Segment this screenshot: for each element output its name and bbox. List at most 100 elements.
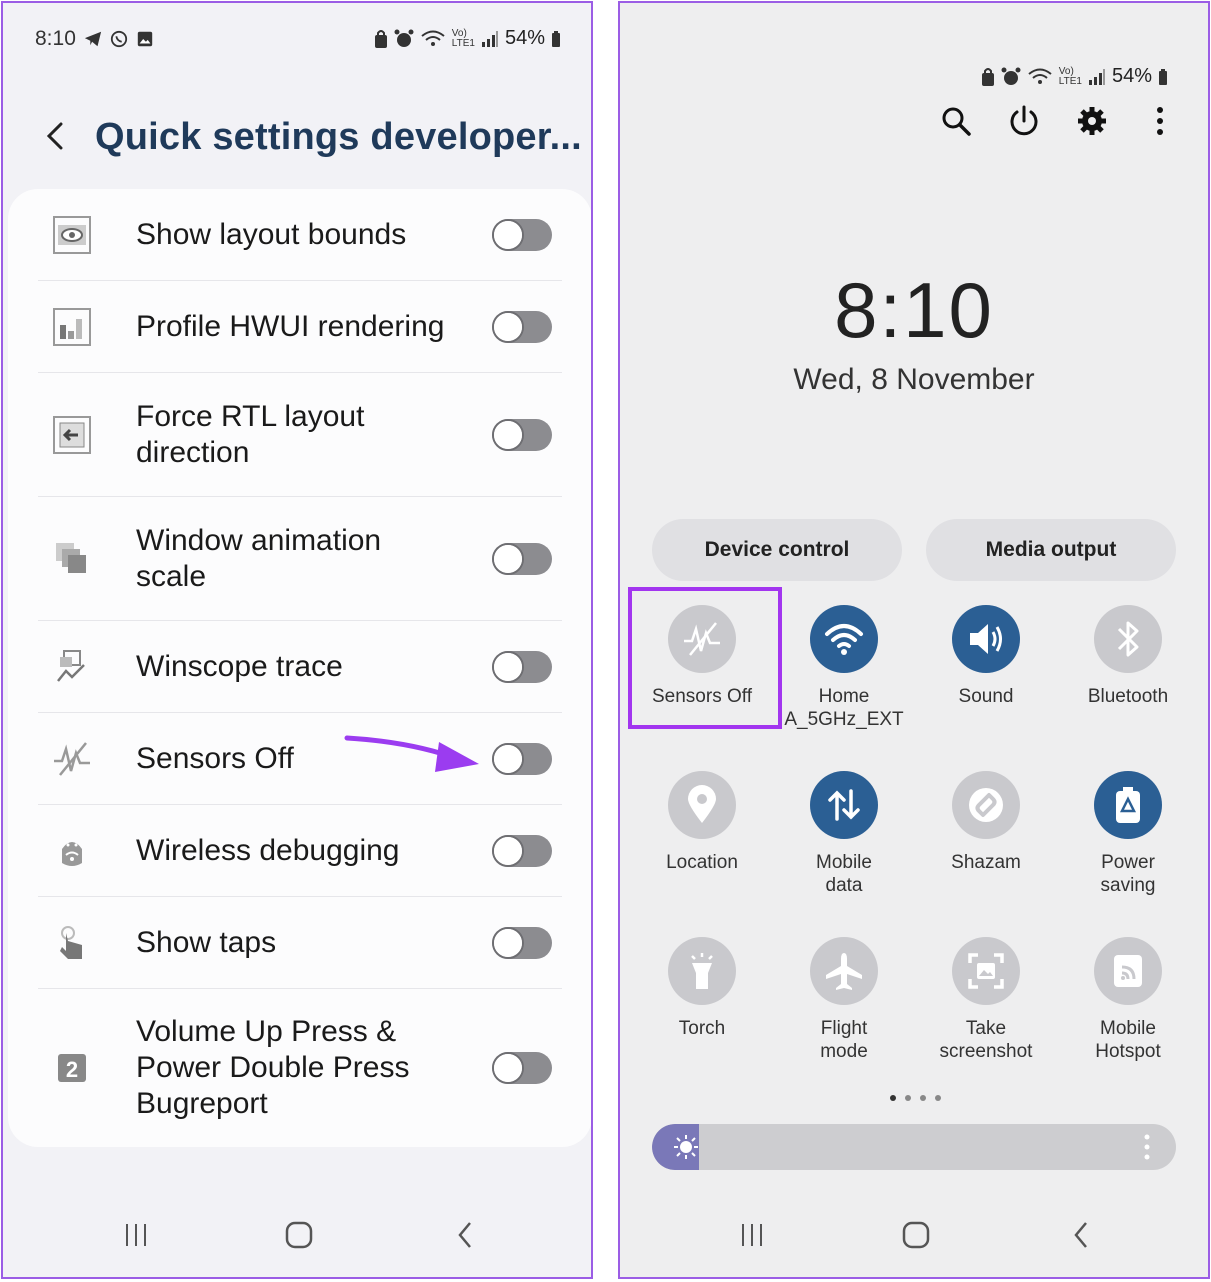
quick-tile-label: Mobile Hotspot <box>1095 1018 1161 1062</box>
setting-toggle[interactable] <box>492 742 552 775</box>
quick-tile[interactable]: Mobile data <box>774 771 914 897</box>
setting-label: Winscope trace <box>136 649 343 683</box>
bluetooth-icon[interactable] <box>1094 605 1162 673</box>
setting-row[interactable]: Winscope trace <box>38 621 562 713</box>
setting-row[interactable]: 2 Volume Up Press & Power Double Press Bu… <box>38 989 562 1147</box>
location-icon[interactable] <box>668 771 736 839</box>
quick-tile-label: Shazam <box>951 852 1021 873</box>
torch-icon[interactable] <box>668 937 736 1005</box>
setting-toggle[interactable] <box>492 218 552 251</box>
recent-apps-icon[interactable] <box>118 1217 154 1253</box>
toggle-knob <box>492 218 524 251</box>
lock-icon <box>981 67 994 86</box>
toggle-knob <box>492 542 524 575</box>
wifi-status-icon <box>1028 68 1052 84</box>
mobile-data-icon[interactable] <box>810 771 878 839</box>
window-animation-icon <box>48 535 96 583</box>
telegram-icon <box>84 31 101 47</box>
quick-tile[interactable]: Bluetooth <box>1058 605 1198 708</box>
clock-time: 8:10 <box>834 266 994 354</box>
sensors-off-icon <box>48 735 96 783</box>
quick-panel-toolbar <box>938 101 1178 141</box>
setting-toggle[interactable] <box>492 310 552 343</box>
shazam-icon[interactable] <box>952 771 1020 839</box>
brightness-more-icon[interactable] <box>1144 1134 1150 1160</box>
wifi-status-icon <box>421 30 445 46</box>
setting-toggle[interactable] <box>492 542 552 575</box>
gallery-icon <box>137 31 153 47</box>
annotation-arrow <box>344 735 479 772</box>
quick-tile[interactable]: Flight mode <box>774 937 914 1063</box>
setting-toggle[interactable] <box>492 834 552 867</box>
quick-tile[interactable]: Power saving <box>1058 771 1198 897</box>
status-bar: 8:10 <box>35 25 154 53</box>
quick-tile[interactable]: Mobile Hotspot <box>1058 937 1198 1063</box>
setting-label: Window animation scale <box>136 523 382 593</box>
quick-panel-screen: Vo) LTE1 54% 8:10 Wed, 8 November Device … <box>618 1 1210 1279</box>
home-icon[interactable] <box>281 1217 317 1253</box>
volte-icon: Vo) LTE1 <box>1058 65 1082 87</box>
back-nav-icon[interactable] <box>1064 1217 1100 1253</box>
quick-tile-label: Mobile data <box>816 852 872 896</box>
more-options-icon[interactable] <box>1142 101 1178 141</box>
setting-row[interactable]: Show taps <box>38 897 562 989</box>
volte-icon: Vo) LTE1 <box>451 27 475 49</box>
gear-icon[interactable] <box>1074 101 1110 141</box>
setting-row[interactable]: Profile HWUI rendering <box>38 281 562 373</box>
quick-tile-label: Power saving <box>1100 852 1156 896</box>
quick-tile-label: Bluetooth <box>1087 686 1169 707</box>
show-taps-icon <box>48 919 96 967</box>
setting-row[interactable]: Sensors Off <box>38 713 562 805</box>
media-output-button[interactable]: Media output <box>926 519 1176 581</box>
power-saving-icon[interactable] <box>1094 771 1162 839</box>
quick-tile[interactable]: Shazam <box>916 771 1056 874</box>
hotspot-icon[interactable] <box>1094 937 1162 1005</box>
power-icon[interactable] <box>1006 101 1042 141</box>
sound-icon[interactable] <box>952 605 1020 673</box>
toggle-knob <box>492 742 524 775</box>
setting-row[interactable]: Window animation scale <box>38 497 562 621</box>
setting-toggle[interactable] <box>492 1052 552 1084</box>
settings-list: Show layout bounds Profile HWUI rendering… <box>8 189 591 1147</box>
signal-icon <box>481 30 498 47</box>
back-arrow-icon[interactable] <box>35 116 75 156</box>
wifi-icon[interactable] <box>810 605 878 673</box>
toggle-knob <box>492 418 524 451</box>
setting-label: Show layout bounds <box>136 217 407 251</box>
home-icon[interactable] <box>898 1217 934 1253</box>
battery-percent: 54% <box>504 27 545 49</box>
alarm-icon <box>1001 67 1021 85</box>
quick-tile[interactable]: Home A_5GHz_EXT <box>774 605 914 731</box>
lock-icon <box>374 29 387 48</box>
setting-toggle[interactable] <box>492 926 552 959</box>
quick-tile[interactable]: Torch <box>632 937 772 1040</box>
quick-tile[interactable]: Sound <box>916 605 1056 708</box>
brightness-slider[interactable] <box>652 1124 1176 1170</box>
svg-text:2: 2 <box>66 1057 78 1082</box>
setting-toggle[interactable] <box>492 418 552 451</box>
quick-tile[interactable]: Take screenshot <box>916 937 1056 1063</box>
setting-row[interactable]: Wireless debugging <box>38 805 562 897</box>
rtl-icon <box>48 411 96 459</box>
setting-toggle[interactable] <box>492 650 552 683</box>
back-nav-icon[interactable] <box>448 1217 484 1253</box>
battery-icon <box>1159 68 1167 85</box>
setting-row[interactable]: Show layout bounds <box>38 189 562 281</box>
screenshot-icon[interactable] <box>952 937 1020 1005</box>
status-right: Vo) LTE1 54% <box>981 65 1168 88</box>
quick-tile-label: Home A_5GHz_EXT <box>784 686 904 730</box>
toggle-knob <box>492 1052 524 1084</box>
navigation-bar <box>620 1209 1208 1259</box>
bugreport-icon: 2 <box>48 1044 96 1092</box>
setting-label: Volume Up Press & Power Double Press Bug… <box>136 1015 410 1120</box>
setting-row[interactable]: Force RTL layout direction <box>38 373 562 497</box>
flight-mode-icon[interactable] <box>810 937 878 1005</box>
quick-tile[interactable]: Location <box>632 771 772 874</box>
alarm-icon <box>394 29 414 47</box>
device-control-button[interactable]: Device control <box>652 519 902 581</box>
page-dot <box>935 1095 941 1101</box>
search-icon[interactable] <box>938 101 974 141</box>
header: Quick settings developer... <box>3 108 591 168</box>
page-dot <box>905 1095 911 1101</box>
recent-apps-icon[interactable] <box>734 1217 770 1253</box>
